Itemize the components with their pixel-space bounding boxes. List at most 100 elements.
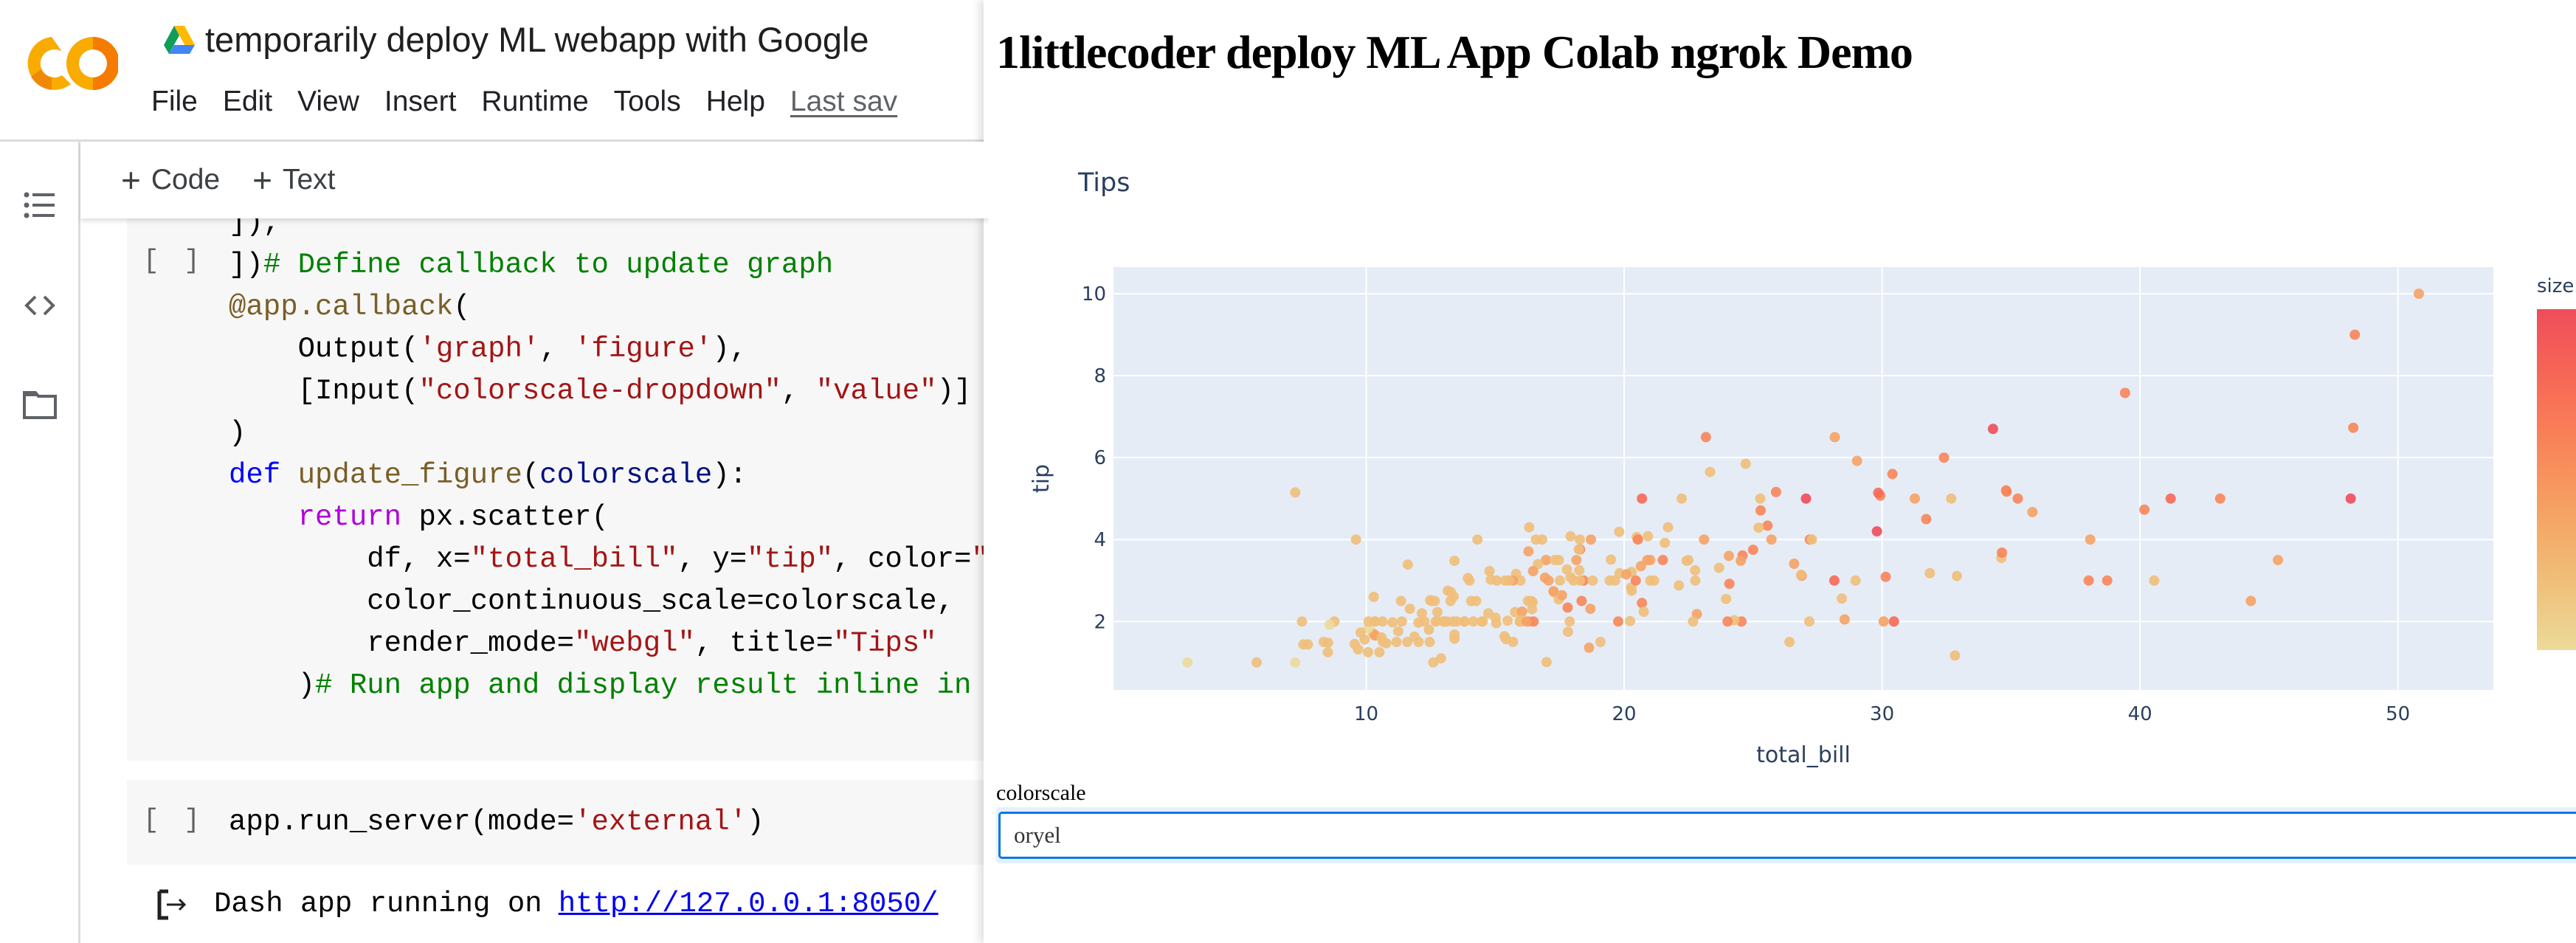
data-point[interactable] [1368, 592, 1379, 602]
data-point[interactable] [1850, 575, 1861, 586]
files-icon[interactable] [22, 387, 58, 422]
data-point[interactable] [1747, 545, 1758, 556]
data-point[interactable] [1523, 546, 1534, 557]
data-point[interactable] [1829, 575, 1840, 586]
data-point[interactable] [2345, 493, 2356, 504]
data-point[interactable] [1642, 555, 1653, 565]
data-point[interactable] [1290, 487, 1301, 498]
run-cell-button[interactable]: [ ] [143, 246, 204, 276]
data-point[interactable] [1910, 493, 1920, 504]
data-point[interactable] [1516, 607, 1527, 617]
data-point[interactable] [1638, 607, 1649, 617]
data-point[interactable] [1681, 556, 1692, 567]
data-point[interactable] [1837, 593, 1848, 604]
data-point[interactable] [1541, 657, 1552, 668]
data-point[interactable] [1620, 569, 1631, 580]
data-point[interactable] [2349, 329, 2361, 340]
output-link[interactable]: http://127.0.0.1:8050/ [559, 888, 939, 920]
data-point[interactable] [1736, 556, 1747, 567]
colorscale-dropdown[interactable]: oryel [998, 812, 2576, 859]
code-cell[interactable]: [ ] ]),])# Define callback to update gra… [127, 207, 989, 761]
data-point[interactable] [1625, 615, 1636, 626]
data-point[interactable] [1472, 534, 1483, 545]
menu-file[interactable]: File [151, 86, 198, 118]
data-point[interactable] [1585, 604, 1596, 615]
data-point[interactable] [1574, 564, 1585, 576]
data-point[interactable] [2085, 534, 2096, 545]
data-point[interactable] [1766, 534, 1777, 545]
data-point[interactable] [1575, 534, 1585, 545]
data-point[interactable] [1613, 616, 1623, 627]
code-cell[interactable]: [ ] app.run_server(mode='external') [127, 780, 989, 865]
data-point[interactable] [1499, 631, 1510, 642]
data-point[interactable] [1318, 637, 1329, 647]
data-point[interactable] [1924, 567, 1936, 578]
data-point[interactable] [1630, 575, 1641, 586]
data-point[interactable] [1887, 469, 1898, 480]
data-point[interactable] [1449, 556, 1460, 567]
data-point[interactable] [1587, 575, 1598, 586]
data-point[interactable] [1296, 616, 1308, 627]
data-point[interactable] [1391, 637, 1402, 647]
data-point[interactable] [1584, 642, 1595, 653]
data-point[interactable] [1789, 559, 1800, 569]
data-point[interactable] [1755, 505, 1766, 516]
data-point[interactable] [1690, 575, 1701, 586]
data-point[interactable] [1392, 626, 1403, 637]
data-point[interactable] [1395, 595, 1406, 607]
data-point[interactable] [1873, 487, 1884, 498]
data-point[interactable] [1404, 604, 1415, 615]
data-point[interactable] [1543, 575, 1554, 586]
data-point[interactable] [1637, 598, 1648, 609]
data-point[interactable] [2012, 493, 2023, 504]
data-point[interactable] [1724, 578, 1735, 590]
data-point[interactable] [1424, 637, 1435, 647]
data-point[interactable] [1363, 616, 1374, 627]
menu-insert[interactable]: Insert [384, 86, 457, 118]
data-point[interactable] [1402, 637, 1413, 647]
data-point[interactable] [1804, 616, 1814, 627]
data-point[interactable] [1878, 616, 1889, 627]
data-point[interactable] [1290, 657, 1301, 668]
data-point[interactable] [1888, 616, 1899, 627]
data-point[interactable] [1562, 626, 1573, 638]
data-point[interactable] [1871, 526, 1882, 537]
colab-logo-icon[interactable] [27, 32, 118, 94]
data-point[interactable] [1721, 593, 1732, 604]
notebook-title[interactable]: temporarily deploy ML webapp with Google [162, 19, 869, 60]
data-point[interactable] [1713, 562, 1724, 573]
data-point[interactable] [1438, 616, 1449, 627]
scatter-graph[interactable]: Tips 10 20 30 40 50 2 4 6 8 10 total_bill tip si… [984, 133, 2576, 767]
data-point[interactable] [1586, 534, 1596, 545]
data-point[interactable] [1921, 514, 1932, 525]
data-point[interactable] [1417, 608, 1427, 619]
data-point[interactable] [1762, 520, 1773, 531]
data-point[interactable] [1521, 616, 1532, 627]
data-point[interactable] [1464, 575, 1475, 586]
data-point[interactable] [1576, 595, 1587, 607]
data-point[interactable] [1508, 637, 1519, 647]
data-point[interactable] [1396, 616, 1407, 627]
data-point[interactable] [1527, 566, 1539, 576]
data-point[interactable] [1770, 486, 1781, 497]
add-text-button[interactable]: + Text [252, 160, 335, 200]
data-point[interactable] [1322, 646, 1333, 657]
data-point[interactable] [1429, 595, 1440, 607]
data-point[interactable] [1987, 424, 1998, 435]
data-point[interactable] [1446, 587, 1457, 598]
data-point[interactable] [1800, 493, 1812, 504]
menu-runtime[interactable]: Runtime [481, 86, 588, 118]
data-point[interactable] [1530, 534, 1541, 545]
data-point[interactable] [1724, 550, 1734, 562]
data-point[interactable] [2001, 486, 2012, 497]
data-point[interactable] [1662, 522, 1674, 533]
data-point[interactable] [1705, 466, 1716, 477]
code-editor[interactable]: ]),])# Define callback to update graph @a… [229, 202, 989, 707]
data-point[interactable] [1722, 616, 1733, 627]
last-saved-link[interactable]: Last sav [790, 86, 897, 118]
data-point[interactable] [2165, 493, 2176, 504]
data-point[interactable] [2083, 575, 2094, 586]
data-point[interactable] [1700, 432, 1711, 443]
data-point[interactable] [1565, 531, 1576, 542]
data-point[interactable] [1502, 615, 1513, 626]
